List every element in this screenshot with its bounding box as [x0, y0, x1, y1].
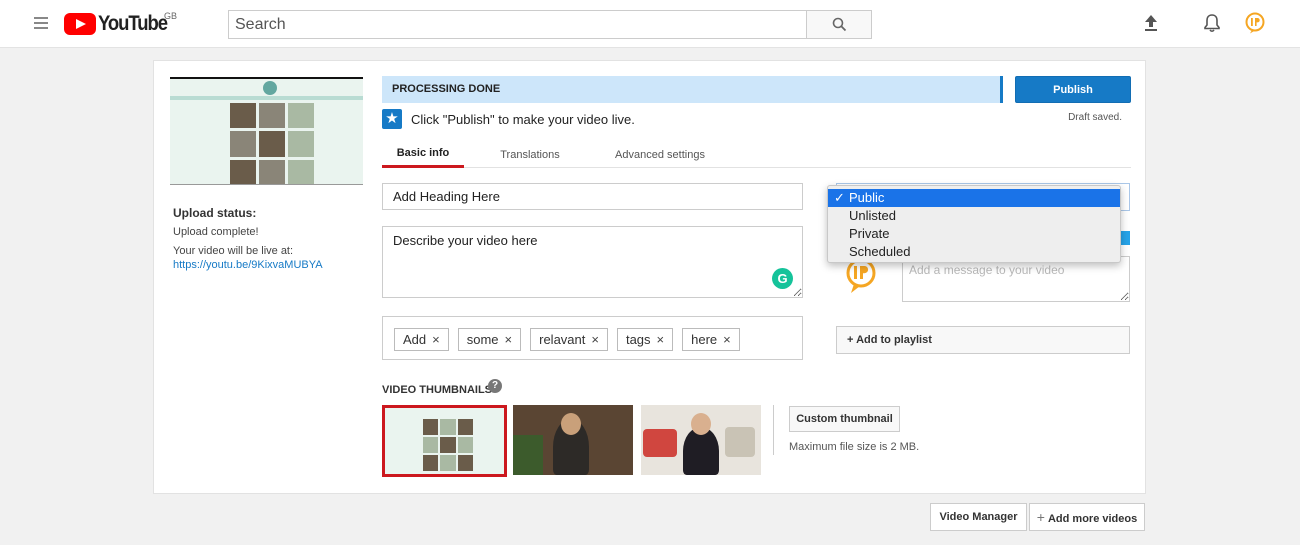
thumbnail-pillow: [725, 427, 755, 457]
add-to-playlist-button[interactable]: + Add to playlist: [836, 326, 1130, 354]
privacy-option-unlisted[interactable]: Unlisted: [828, 207, 1120, 225]
title-input[interactable]: [382, 183, 803, 210]
help-icon[interactable]: ?: [488, 379, 502, 393]
tab-translations[interactable]: Translations: [490, 141, 570, 168]
tag-label: tags: [625, 332, 651, 347]
search-icon: [832, 17, 846, 32]
privacy-option-private[interactable]: Private: [828, 225, 1120, 243]
publish-button[interactable]: Publish: [1015, 76, 1131, 103]
tags-input[interactable]: Add × some × relavant × tags × here ×: [382, 316, 803, 360]
tag-label: relavant: [539, 332, 586, 347]
add-more-videos-button[interactable]: + Add more videos: [1029, 503, 1145, 531]
preview-collage: [230, 103, 314, 184]
search-input[interactable]: [228, 10, 806, 39]
thumbnail-option-2[interactable]: [513, 405, 633, 475]
processing-status-bar: PROCESSING DONE: [382, 76, 1003, 103]
menu-icon[interactable]: [34, 17, 48, 29]
star-icon: ★: [382, 109, 402, 129]
privacy-option-scheduled[interactable]: Scheduled: [828, 243, 1120, 261]
preview-seal: [263, 81, 277, 95]
tag-label: some: [466, 332, 499, 347]
check-icon: ✓: [834, 190, 845, 205]
upload-status-title: Upload status:: [173, 206, 257, 220]
tag-label: Add: [403, 332, 427, 347]
thumbnail-divider: [773, 405, 774, 455]
thumbnail-collage: [423, 419, 473, 471]
privacy-option-public[interactable]: ✓ Public: [828, 189, 1120, 207]
video-preview[interactable]: [170, 77, 363, 185]
tag-chip[interactable]: Add ×: [394, 328, 449, 351]
option-label: Unlisted: [849, 208, 896, 223]
upload-complete-text: Upload complete!: [173, 226, 259, 238]
close-icon[interactable]: ×: [723, 332, 731, 347]
close-icon[interactable]: ×: [505, 332, 513, 347]
thumbnail-person-head: [561, 413, 581, 435]
search-bar: [228, 10, 872, 39]
draft-saved-text: Draft saved.: [1068, 112, 1122, 123]
search-button[interactable]: [806, 10, 872, 39]
tag-chip[interactable]: here ×: [682, 328, 740, 351]
option-label: Private: [849, 226, 890, 241]
tab-advanced-settings[interactable]: Advanced settings: [604, 141, 716, 168]
tag-chip[interactable]: relavant ×: [530, 328, 608, 351]
add-more-label: Add more videos: [1047, 513, 1138, 525]
top-bar: YouTube GB: [0, 0, 1300, 48]
channel-avatar-icon: [846, 258, 876, 293]
logo-text: YouTube: [98, 12, 168, 35]
user-avatar[interactable]: [1244, 12, 1266, 34]
video-manager-button[interactable]: Video Manager: [930, 503, 1027, 531]
tag-chip[interactable]: some ×: [457, 328, 522, 351]
region-code: GB: [164, 11, 178, 21]
tab-bar: Basic info Translations Advanced setting…: [382, 141, 1131, 168]
video-url-link[interactable]: https://youtu.be/9KixvaMUBYA: [173, 259, 323, 271]
max-file-size-text: Maximum file size is 2 MB.: [789, 441, 920, 453]
upload-icon[interactable]: [1142, 14, 1160, 32]
tag-chip[interactable]: tags ×: [616, 328, 674, 351]
close-icon[interactable]: ×: [432, 332, 440, 347]
video-thumbnails-label: VIDEO THUMBNAILS: [382, 384, 492, 396]
thumbnail-plant: [513, 435, 543, 475]
plus-icon: +: [1036, 509, 1045, 525]
thumbnail-person-head: [691, 413, 711, 435]
option-label: Scheduled: [849, 244, 911, 259]
custom-thumbnail-button[interactable]: Custom thumbnail: [789, 406, 900, 432]
publish-hint: Click "Publish" to make your video live.: [411, 112, 635, 127]
tag-label: here: [691, 332, 718, 347]
thumbnail-pillow: [643, 429, 677, 457]
youtube-play-icon: [64, 13, 96, 35]
preview-band: [170, 96, 363, 100]
upload-card: Upload status: Upload complete! Your vid…: [153, 60, 1146, 494]
youtube-logo[interactable]: YouTube: [64, 12, 176, 35]
close-icon[interactable]: ×: [591, 332, 599, 347]
bell-icon[interactable]: [1203, 13, 1221, 33]
twitter-share-icon[interactable]: [1121, 231, 1130, 245]
grammarly-icon[interactable]: G: [772, 268, 793, 289]
privacy-dropdown: ✓ Public Unlisted Private Scheduled: [827, 185, 1121, 263]
live-at-label: Your video will be live at:: [173, 245, 294, 257]
option-label: Public: [849, 190, 885, 205]
tab-basic-info[interactable]: Basic info: [382, 141, 464, 168]
thumbnail-option-1[interactable]: [382, 405, 507, 477]
description-input[interactable]: Describe your video here: [382, 226, 803, 298]
thumbnail-option-3[interactable]: [641, 405, 761, 475]
close-icon[interactable]: ×: [657, 332, 665, 347]
